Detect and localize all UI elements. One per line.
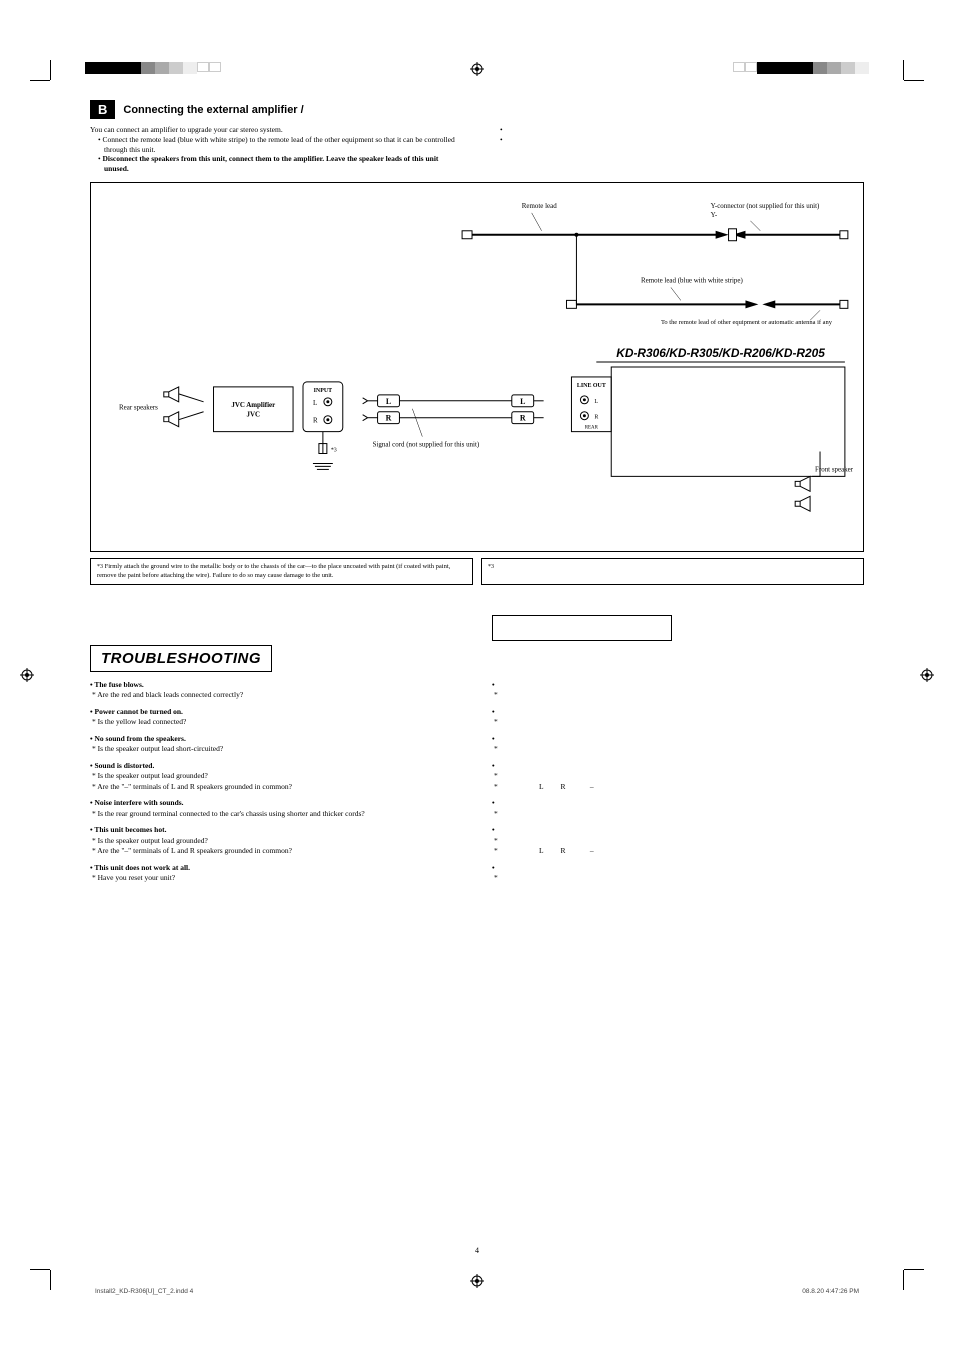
ts-item-blank: •* <box>492 798 864 819</box>
crop-mark <box>904 1269 924 1270</box>
svg-text:L: L <box>594 399 598 405</box>
crop-mark <box>30 80 50 81</box>
label-jvc: JVC <box>247 410 261 418</box>
ts-item: • No sound from the speakers. * Is the s… <box>90 734 462 755</box>
crop-mark <box>903 60 904 80</box>
ts-item: • This unit becomes hot. * Is the speake… <box>90 825 462 857</box>
intro-text: You can connect an amplifier to upgrade … <box>90 125 462 135</box>
crop-mark <box>903 1270 904 1290</box>
label-input: INPUT <box>314 388 333 394</box>
footer-filename: Install2_KD-R306[U]_CT_2.indd 4 <box>95 1288 193 1295</box>
ts-item-blank: •* <box>492 734 864 755</box>
footer-timestamp: 08.8.20 4:47:26 PM <box>802 1288 859 1295</box>
ts-item-blank: •* <box>492 707 864 728</box>
ts-item: • Sound is distorted. * Is the speaker o… <box>90 761 462 793</box>
label-front-speakers: Front speakers <box>815 465 853 473</box>
intro-bullet: Connect the remote lead (blue with white… <box>98 135 462 155</box>
intro-bullet-blank <box>500 125 864 135</box>
intro-bullet-blank <box>500 135 864 145</box>
crop-mark <box>50 1270 51 1290</box>
svg-text:R: R <box>520 413 526 422</box>
label-remote-lead-blue: Remote lead (blue with white stripe) <box>641 276 743 284</box>
label-to-remote: To the remote lead of other equipment or… <box>661 319 833 326</box>
troubleshooting-header-blank <box>492 615 672 641</box>
footnote-box: *3 <box>481 558 864 585</box>
ts-item-blank: •* <box>492 680 864 701</box>
label-y-connector: Y-connector (not supplied for this unit) <box>711 202 820 210</box>
svg-text:L: L <box>386 397 391 406</box>
rca-connector-icon: L R <box>512 395 544 424</box>
label-signal-cord: Signal cord (not supplied for this unit) <box>373 440 480 448</box>
section-title: Connecting the external amplifier / <box>123 104 303 116</box>
label-star3: *3 <box>331 447 337 453</box>
label-line-out: LINE OUT <box>577 383 606 389</box>
registration-mark-icon <box>920 668 934 682</box>
footnote-box: *3 Firmly attach the ground wire to the … <box>90 558 473 585</box>
color-bar <box>733 62 869 74</box>
label-jvc-amp: JVC Amplifier <box>231 401 275 409</box>
ts-item-blank: • * * L R – <box>492 825 864 857</box>
ts-item: • The fuse blows. * Are the red and blac… <box>90 680 462 701</box>
color-bar <box>85 62 221 74</box>
label-rear: REAR <box>585 425 599 430</box>
crop-mark <box>904 80 924 81</box>
svg-text:R: R <box>386 413 392 422</box>
registration-mark-icon <box>20 668 34 682</box>
svg-text:R: R <box>313 416 318 424</box>
svg-text:L: L <box>313 399 317 407</box>
model-heading: KD-R306/KD-R305/KD-R206/KD-R205 <box>616 346 825 360</box>
rca-connector-icon: L R <box>363 395 400 424</box>
svg-text:L: L <box>520 397 525 406</box>
registration-mark-icon <box>470 1274 484 1288</box>
label-y-suffix: Y- <box>711 211 718 219</box>
wiring-diagram: Remote lead Y-connector (not supplied fo… <box>90 182 864 552</box>
troubleshooting-header: TROUBLESHOOTING <box>90 645 272 672</box>
ts-item-blank: • * * L R – <box>492 761 864 793</box>
svg-text:R: R <box>594 414 598 420</box>
ts-item: • Noise interfere with sounds. * Is the … <box>90 798 462 819</box>
section-letter: B <box>90 100 115 119</box>
crop-mark <box>30 1269 50 1270</box>
page-number: 4 <box>475 1246 479 1255</box>
label-remote-lead: Remote lead <box>522 202 557 210</box>
crop-mark <box>50 60 51 80</box>
registration-mark-icon <box>470 62 484 76</box>
ts-item: • Power cannot be turned on. * Is the ye… <box>90 707 462 728</box>
label-rear-speakers: Rear speakers <box>119 404 158 412</box>
ts-item: • This unit does not work at all. * Have… <box>90 863 462 884</box>
intro-bullet: Disconnect the speakers from this unit, … <box>98 154 462 174</box>
ts-item-blank: •* <box>492 863 864 884</box>
